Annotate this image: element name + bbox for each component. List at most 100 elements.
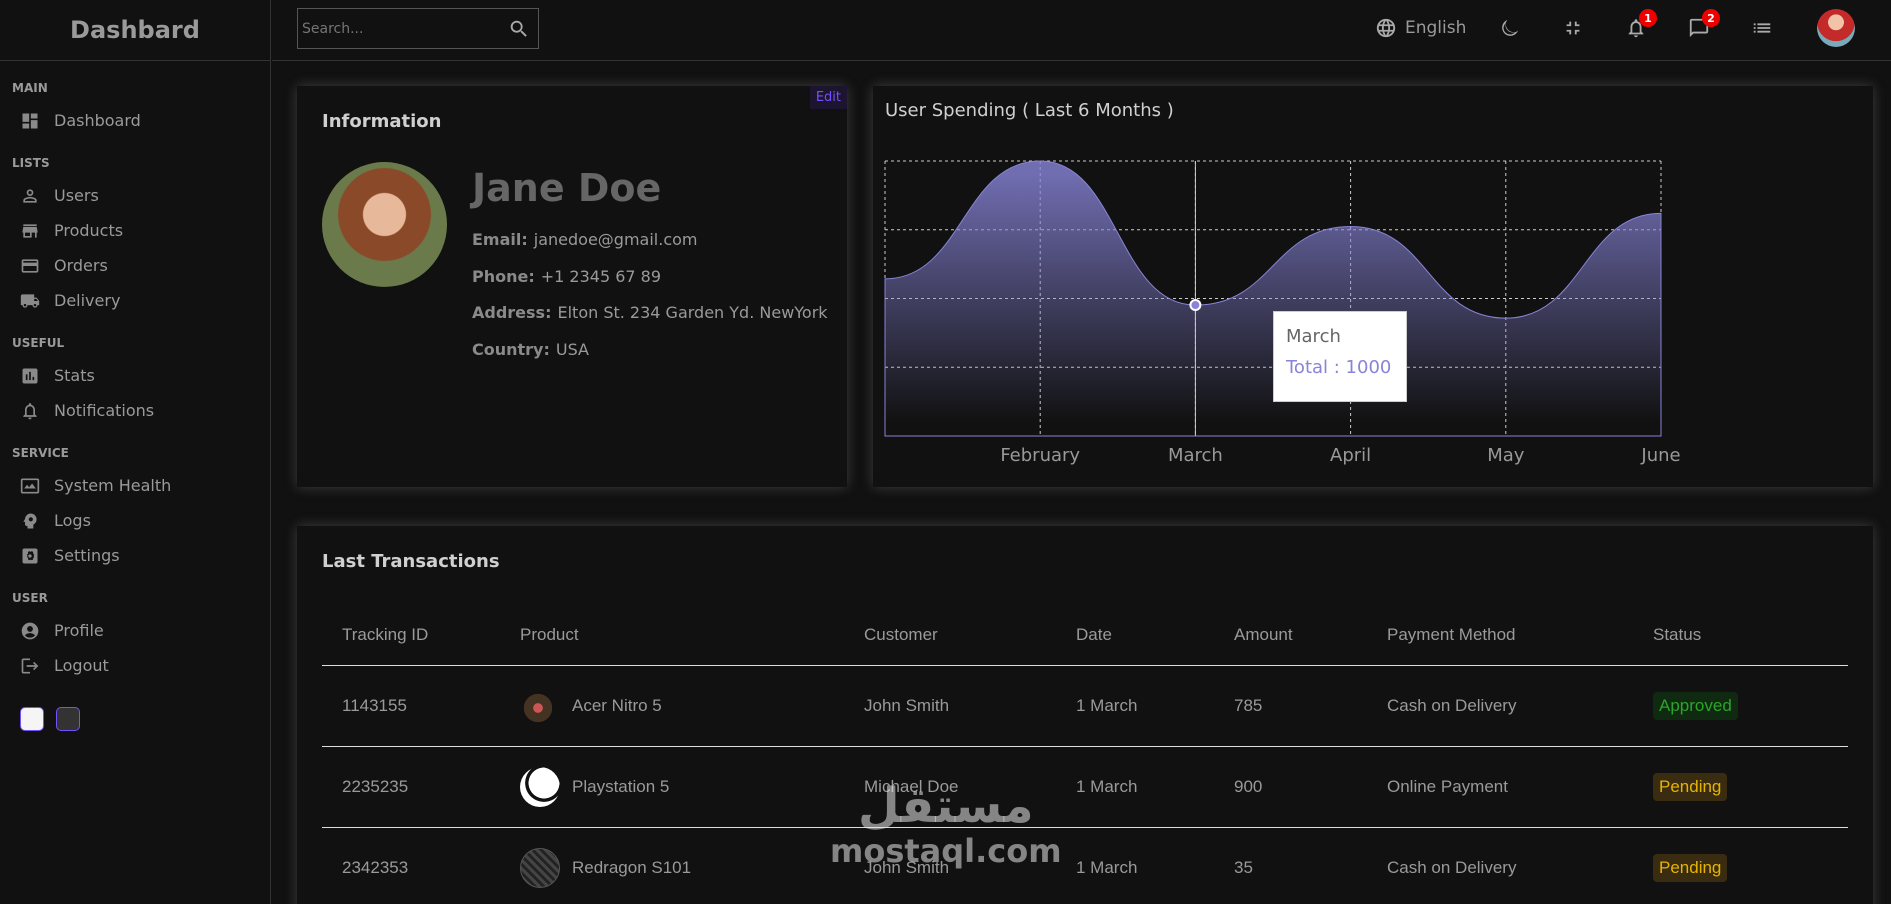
sidebar-item-dashboard[interactable]: Dashboard xyxy=(12,103,270,138)
section-title-useful: USEFUL xyxy=(12,336,65,350)
cell-date: 1 March xyxy=(1056,827,1214,904)
sidebar-item-stats[interactable]: Stats xyxy=(12,358,270,393)
dark-mode-toggle[interactable] xyxy=(1499,14,1521,42)
fullscreen-exit-button[interactable] xyxy=(1562,14,1584,42)
profile-name: Jane Doe xyxy=(472,166,662,210)
table-row[interactable]: 2235235 Playstation 5 Michael Doe 1 Marc… xyxy=(322,746,1848,828)
cell-payment-method: Cash on Delivery xyxy=(1367,827,1633,904)
messages-button[interactable]: 2 xyxy=(1688,9,1720,42)
list-menu-button[interactable] xyxy=(1751,14,1773,42)
x-axis-tick-label: April xyxy=(1330,445,1371,466)
cell-product: Redragon S101 xyxy=(500,827,844,904)
header-status: Status xyxy=(1633,601,1848,666)
sidebar-item-logout[interactable]: Logout xyxy=(12,648,270,683)
address-label: Address: xyxy=(472,303,552,322)
brand-title[interactable]: Dashbard xyxy=(70,16,200,44)
address-value: Elton St. 234 Garden Yd. NewYork xyxy=(557,303,828,322)
cell-amount: 900 xyxy=(1214,746,1367,828)
truck-icon xyxy=(20,293,40,308)
language-selector[interactable]: English xyxy=(1375,14,1466,42)
status-badge: Pending xyxy=(1653,854,1728,882)
phone-value: +1 2345 67 89 xyxy=(540,267,662,286)
sidebar-item-label: Settings xyxy=(54,546,120,565)
sidebar-item-settings[interactable]: Settings xyxy=(12,538,270,573)
messages-badge: 2 xyxy=(1702,9,1720,27)
globe-icon xyxy=(1376,18,1396,38)
cell-customer: John Smith xyxy=(844,665,1056,747)
nav-group-lists: LISTS Users Products Orders Delivery xyxy=(12,156,270,318)
x-axis-tick-label: February xyxy=(1000,445,1080,466)
brand-logo[interactable]: Dashbard xyxy=(0,0,270,61)
health-icon xyxy=(20,478,40,493)
watermark-arabic: مستقل xyxy=(858,778,1034,834)
sidebar-item-users[interactable]: Users xyxy=(12,178,270,213)
sidebar-item-logs[interactable]: Logs xyxy=(12,503,270,538)
sidebar-item-label: Profile xyxy=(54,621,104,640)
user-icon xyxy=(23,188,37,203)
light-theme-button[interactable] xyxy=(20,707,44,731)
sidebar-item-orders[interactable]: Orders xyxy=(12,248,270,283)
cell-amount: 785 xyxy=(1214,665,1367,747)
sidebar-item-products[interactable]: Products xyxy=(12,213,270,248)
cell-status: Approved xyxy=(1633,665,1848,747)
nav-group-main: MAIN Dashboard xyxy=(12,81,270,138)
header-date: Date xyxy=(1056,601,1214,666)
country-detail: Country: USA xyxy=(472,340,589,359)
fullscreen-exit-icon xyxy=(1566,21,1580,35)
store-icon xyxy=(22,223,38,238)
sidebar-item-profile[interactable]: Profile xyxy=(12,613,270,648)
profile-image xyxy=(322,162,447,287)
table-row[interactable]: 1143155 Acer Nitro 5 John Smith 1 March … xyxy=(322,665,1848,747)
tooltip-label: March xyxy=(1286,326,1341,347)
product-name: Redragon S101 xyxy=(572,858,692,877)
search-icon[interactable] xyxy=(508,18,530,40)
notifications-button[interactable]: 1 xyxy=(1625,9,1657,42)
email-label: Email: xyxy=(472,230,528,249)
chart-active-dot xyxy=(1189,299,1202,312)
phone-label: Phone: xyxy=(472,267,535,286)
header-customer: Customer xyxy=(844,601,1056,666)
spending-chart[interactable]: February March April May June xyxy=(873,86,1873,487)
header-amount: Amount xyxy=(1214,601,1367,666)
sidebar-item-label: Notifications xyxy=(54,401,155,420)
product-name: Acer Nitro 5 xyxy=(572,696,662,715)
sidebar-item-delivery[interactable]: Delivery xyxy=(12,283,270,318)
watermark-url: mostaql.com xyxy=(830,832,1062,870)
transactions-title: Last Transactions xyxy=(322,551,500,572)
user-avatar[interactable] xyxy=(1817,9,1855,47)
moon-icon xyxy=(1502,19,1519,36)
sidebar-nav: MAIN Dashboard LISTS Users Products Orde… xyxy=(0,61,270,731)
header-payment-method: Payment Method xyxy=(1367,601,1633,666)
sidebar-item-label: Logout xyxy=(54,656,109,675)
cell-payment-method: Cash on Delivery xyxy=(1367,665,1633,747)
sidebar-item-label: Users xyxy=(54,186,99,205)
edit-button[interactable]: Edit xyxy=(809,86,847,109)
sidebar-item-label: Logs xyxy=(54,511,91,530)
section-title-main: MAIN xyxy=(12,81,48,95)
cell-product: Playstation 5 xyxy=(500,746,844,828)
x-axis-tick-label: March xyxy=(1168,445,1223,466)
cell-date: 1 March xyxy=(1056,665,1214,747)
section-title-service: SERVICE xyxy=(12,446,69,460)
theme-switcher xyxy=(12,701,270,731)
account-circle-icon xyxy=(21,622,39,639)
header-product: Product xyxy=(500,601,844,666)
sidebar-item-notifications[interactable]: Notifications xyxy=(12,393,270,428)
country-value: USA xyxy=(555,340,589,359)
dark-theme-button[interactable] xyxy=(56,707,80,731)
spending-chart-card: User Spending ( Last 6 Months ) February… xyxy=(873,86,1873,487)
cell-tracking-id: 1143155 xyxy=(322,665,500,747)
dashboard-icon xyxy=(22,113,38,128)
chart-tooltip: March Total : 1000 xyxy=(1273,311,1407,402)
search-box xyxy=(297,8,539,49)
product-thumbnail xyxy=(520,767,560,807)
settings-icon xyxy=(22,548,38,563)
address-detail: Address: Elton St. 234 Garden Yd. NewYork xyxy=(472,303,828,322)
status-badge: Pending xyxy=(1653,773,1728,801)
country-label: Country: xyxy=(472,340,550,359)
product-thumbnail xyxy=(520,686,560,726)
sidebar-item-system-health[interactable]: System Health xyxy=(12,468,270,503)
sidebar-item-label: Dashboard xyxy=(54,111,141,130)
table-row[interactable]: 2342353 Redragon S101 John Smith 1 March… xyxy=(322,827,1848,904)
search-input[interactable] xyxy=(298,20,498,37)
